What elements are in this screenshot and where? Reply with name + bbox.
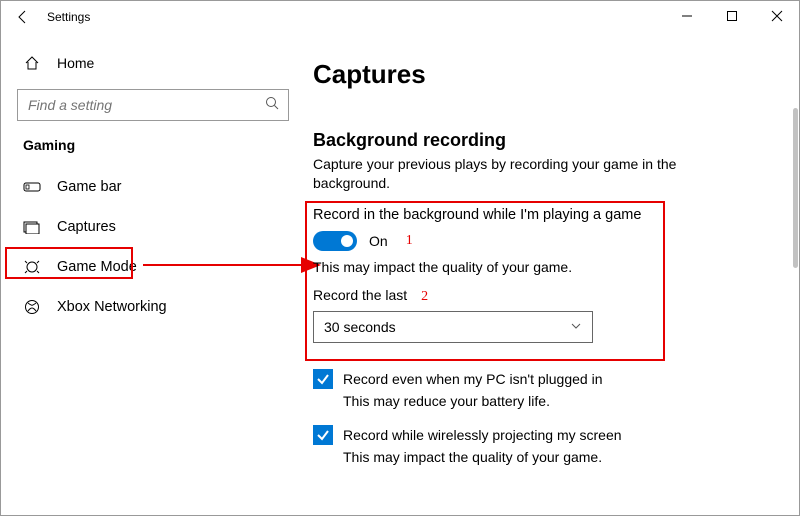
scrollbar-thumb[interactable] [793, 108, 798, 268]
settings-window: Settings Home [0, 0, 800, 516]
checkbox-record-unplugged-label: Record even when my PC isn't plugged in [343, 371, 602, 387]
checkbox-record-wireless-label: Record while wirelessly projecting my sc… [343, 427, 622, 443]
nav-label: Captures [57, 219, 116, 235]
window-controls [664, 1, 799, 31]
search-box[interactable] [17, 89, 289, 121]
record-background-label: Record in the background while I'm playi… [313, 207, 789, 223]
background-recording-heading: Background recording [313, 130, 789, 151]
annotation-marker-1: 1 [406, 233, 413, 249]
nav-captures[interactable]: Captures [17, 207, 301, 247]
background-recording-desc: Capture your previous plays by recording… [313, 155, 713, 193]
nav-home[interactable]: Home [17, 45, 301, 81]
game-bar-icon [23, 180, 41, 194]
nav-game-mode[interactable]: Game Mode [17, 247, 301, 287]
nav-label: Xbox Networking [57, 299, 167, 315]
maximize-button[interactable] [709, 1, 754, 31]
nav-label: Game bar [57, 179, 121, 195]
home-icon [23, 55, 41, 71]
sidebar: Home Gaming Game bar Captures [1, 33, 301, 515]
record-last-dropdown[interactable]: 30 seconds [313, 311, 593, 343]
checkbox-record-wireless[interactable] [313, 425, 333, 445]
window-title: Settings [47, 10, 90, 24]
chevron-down-icon [570, 319, 582, 335]
close-button[interactable] [754, 1, 799, 31]
search-input[interactable] [26, 96, 226, 114]
checkbox-record-wireless-hint: This may impact the quality of your game… [343, 449, 789, 465]
search-icon [264, 95, 280, 116]
record-background-toggle[interactable] [313, 231, 357, 251]
content-pane: Captures Background recording Capture yo… [301, 33, 799, 515]
nav-label: Game Mode [57, 259, 137, 275]
back-button[interactable] [9, 3, 37, 31]
nav-game-bar[interactable]: Game bar [17, 167, 301, 207]
nav-xbox-networking[interactable]: Xbox Networking [17, 287, 301, 327]
annotation-marker-2: 2 [421, 289, 428, 304]
minimize-button[interactable] [664, 1, 709, 31]
checkbox-record-unplugged-hint: This may reduce your battery life. [343, 393, 789, 409]
captures-icon [23, 220, 41, 234]
dropdown-value: 30 seconds [324, 319, 396, 335]
toggle-hint: This may impact the quality of your game… [313, 259, 789, 275]
record-last-label: Record the last 2 [313, 287, 789, 305]
sidebar-section-gaming: Gaming [23, 137, 301, 153]
checkbox-record-unplugged[interactable] [313, 369, 333, 389]
titlebar: Settings [1, 1, 799, 33]
game-mode-icon [23, 259, 41, 275]
xbox-icon [23, 299, 41, 315]
toggle-state-label: On [369, 233, 388, 249]
toggle-knob [341, 235, 353, 247]
page-title: Captures [313, 59, 789, 90]
nav-home-label: Home [57, 55, 94, 71]
